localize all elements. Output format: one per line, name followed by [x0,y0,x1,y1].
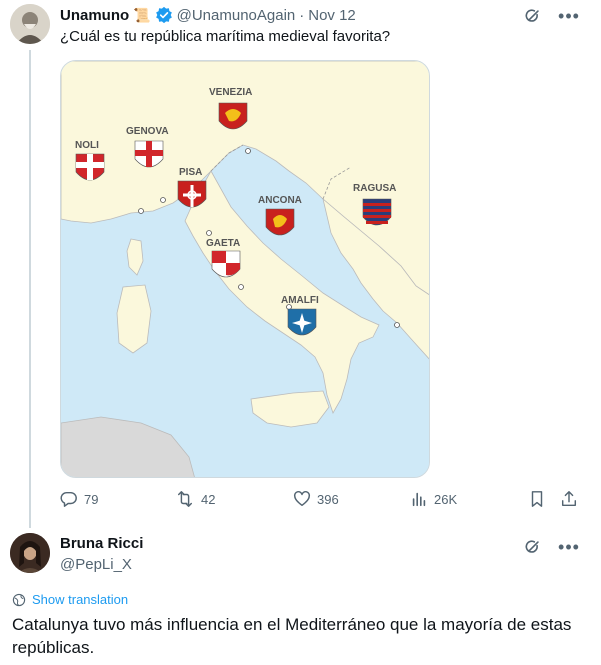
noli-shield-icon [75,153,105,181]
maritime-republics-map: VENEZIA GENOVA NOLI PISA ANCONA RAGUSA G… [61,61,429,477]
reply-count: 79 [84,491,99,507]
verified-badge-icon [155,6,172,24]
city-label-gaeta: GAETA [206,238,240,249]
map-image[interactable]: VENEZIA GENOVA NOLI PISA ANCONA RAGUSA G… [60,60,430,478]
bookmark-icon [531,491,543,507]
reply-text: Catalunya tuvo más influencia en el Medi… [12,615,572,657]
retweet-icon [177,491,193,507]
tweet-top-actions: ••• [523,6,579,26]
view-count: 26K [434,491,458,507]
views-button[interactable]: 26K [410,490,457,508]
gaeta-shield-icon [211,250,241,278]
grok-icon[interactable] [523,6,543,26]
globe-icon [12,593,26,606]
reply-avatar[interactable] [10,533,50,573]
thread-connector-line [29,50,31,528]
reply-button[interactable]: 79 [60,490,98,508]
grok-icon[interactable] [523,537,543,557]
reply-author-name[interactable]: Bruna Ricci [60,535,143,553]
avatar-portrait-icon [10,533,50,573]
share-button[interactable] [560,490,578,508]
city-label-amalfi: AMALFI [281,295,319,306]
show-translation-label[interactable]: Show translation [32,592,128,607]
ancona-shield-icon [265,208,295,236]
amalfi-shield-icon [287,308,317,336]
city-label-ragusa: RAGUSA [353,183,396,194]
city-label-venezia: VENEZIA [209,87,252,98]
retweet-count: 42 [201,491,216,507]
city-label-pisa: PISA [179,167,202,178]
tweet-text: ¿Cuál es tu república marítima medieval … [60,28,391,45]
author-name[interactable]: Unamuno [60,7,129,24]
views-icon [412,492,426,507]
like-count: 396 [317,491,339,507]
share-icon [561,491,577,507]
city-label-genova: GENOVA [126,126,169,137]
bookmark-button[interactable] [528,490,546,508]
scroll-emoji: 📜 [133,6,151,23]
city-label-ancona: ANCONA [258,195,302,206]
reply-header: Bruna Ricci @PepLi_X [60,535,143,575]
separator-dot: · [299,6,305,24]
retweet-button[interactable]: 42 [175,490,215,508]
avatar[interactable] [10,4,50,44]
venezia-shield-icon [218,102,248,130]
pisa-shield-icon [177,180,207,208]
avatar-portrait-icon [10,4,50,44]
more-icon[interactable]: ••• [558,537,579,557]
reply-top-actions: ••• [523,537,579,557]
more-icon[interactable]: ••• [558,6,579,26]
ragusa-shield-icon [362,198,392,226]
tweet-action-bar: 79 42 396 26K [60,490,580,512]
reply-icon [60,491,77,507]
tweet-date[interactable]: Nov 12 [308,7,356,24]
genova-shield-icon [134,140,164,168]
heart-icon [294,491,310,507]
show-translation-link[interactable]: Show translation [12,592,128,607]
author-handle[interactable]: @UnamunoAgain [177,7,296,24]
city-label-noli: NOLI [75,140,99,151]
tweet-header: Unamuno 📜 @UnamunoAgain · Nov 12 [60,5,356,25]
reply-author-handle[interactable]: @PepLi_X [60,555,143,575]
like-button[interactable]: 396 [293,490,339,508]
